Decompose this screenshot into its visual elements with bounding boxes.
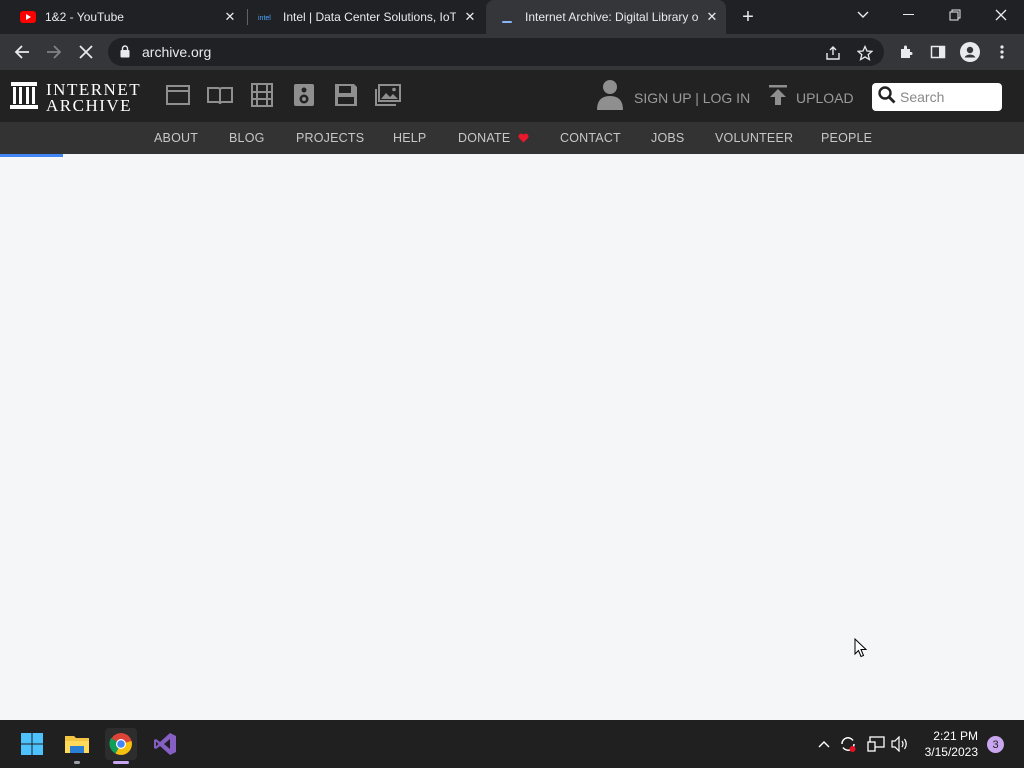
video-icon[interactable] xyxy=(249,82,275,108)
browser-toolbar: archive.org xyxy=(0,34,1024,70)
page-content xyxy=(0,154,1024,720)
side-panel-icon[interactable] xyxy=(926,40,950,64)
sync-icon[interactable] xyxy=(838,734,858,754)
windows-start-icon[interactable] xyxy=(16,728,48,760)
search-input[interactable] xyxy=(900,89,996,105)
stop-loading-icon[interactable] xyxy=(74,40,98,64)
tab-youtube[interactable]: 1&2 - YouTube ✕ xyxy=(8,0,244,34)
upload-icon xyxy=(768,84,788,111)
new-tab-button[interactable]: + xyxy=(736,5,760,29)
chrome-icon[interactable] xyxy=(105,728,137,764)
mouse-cursor-icon xyxy=(854,637,868,663)
extensions-icon[interactable] xyxy=(894,40,918,64)
archive-building-icon xyxy=(10,80,38,115)
audio-icon[interactable] xyxy=(291,82,317,108)
clock-time: 2:21 PM xyxy=(933,729,978,743)
tab-title: 1&2 - YouTube xyxy=(45,10,124,24)
software-icon[interactable] xyxy=(333,82,359,108)
nav-jobs[interactable]: JOBS xyxy=(651,131,684,145)
upload-link[interactable]: UPLOAD xyxy=(768,84,854,111)
texts-icon[interactable] xyxy=(207,82,233,108)
search-icon xyxy=(878,85,896,109)
profile-icon[interactable] xyxy=(958,40,982,64)
tab-strip: 1&2 - YouTube ✕ intel Intel | Data Cente… xyxy=(0,0,1024,34)
bookmark-star-icon[interactable] xyxy=(856,44,874,62)
loading-progress-bar xyxy=(0,154,63,157)
back-icon[interactable] xyxy=(10,40,34,64)
taskbar-clock[interactable]: 2:21 PM 3/15/2023 xyxy=(918,728,978,760)
tab-title: Internet Archive: Digital Library o xyxy=(525,10,698,24)
visual-studio-icon[interactable] xyxy=(149,728,181,760)
app-indicator xyxy=(74,761,80,764)
ia-secondary-nav: ABOUT BLOG PROJECTS HELP DONATE CONTACT … xyxy=(0,122,1024,154)
clock-date: 3/15/2023 xyxy=(924,745,978,759)
close-tab-icon[interactable]: ✕ xyxy=(704,9,720,25)
logo-line-2: ARCHIVE xyxy=(46,95,133,115)
nav-blog[interactable]: BLOG xyxy=(229,131,265,145)
nav-donate-label: DONATE xyxy=(458,131,511,145)
address-bar[interactable]: archive.org xyxy=(108,38,884,66)
network-icon[interactable] xyxy=(866,734,886,754)
user-icon xyxy=(596,79,624,116)
loading-icon xyxy=(500,9,516,25)
app-indicator xyxy=(113,761,129,764)
youtube-icon xyxy=(20,9,36,25)
tab-separator xyxy=(247,9,248,25)
nav-about[interactable]: ABOUT xyxy=(154,131,198,145)
file-explorer-icon[interactable] xyxy=(61,728,93,764)
nav-volunteer[interactable]: VOLUNTEER xyxy=(715,131,793,145)
forward-icon[interactable] xyxy=(42,40,66,64)
sign-up-login-label: SIGN UP | LOG IN xyxy=(634,89,751,106)
restore-icon[interactable] xyxy=(935,0,975,30)
notification-badge[interactable]: 3 xyxy=(987,736,1004,753)
ia-logo[interactable]: INTERNET ARCHIVE xyxy=(10,80,141,115)
close-tab-icon[interactable]: ✕ xyxy=(462,9,478,25)
nav-people[interactable]: PEOPLE xyxy=(821,131,872,145)
close-window-icon[interactable] xyxy=(981,0,1021,30)
menu-icon[interactable] xyxy=(990,40,1014,64)
show-hidden-icons-icon[interactable] xyxy=(814,734,834,754)
web-icon[interactable] xyxy=(165,82,191,108)
nav-contact[interactable]: CONTACT xyxy=(560,131,621,145)
search-box[interactable] xyxy=(872,83,1002,111)
lock-icon xyxy=(120,45,130,63)
url-text: archive.org xyxy=(142,44,212,60)
tab-title: Intel | Data Center Solutions, IoT, xyxy=(283,10,456,24)
tab-internet-archive[interactable]: Internet Archive: Digital Library o ✕ xyxy=(486,0,726,34)
sign-up-login-link[interactable]: SIGN UP | LOG IN xyxy=(596,79,750,116)
nav-projects[interactable]: PROJECTS xyxy=(296,131,364,145)
minimize-icon[interactable] xyxy=(889,0,929,30)
ia-top-nav: INTERNET ARCHIVE SIGN UP | LOG IN UPLOAD… xyxy=(0,70,1024,122)
tab-search-icon[interactable] xyxy=(843,0,883,30)
images-icon[interactable] xyxy=(375,82,401,108)
share-icon[interactable] xyxy=(824,44,842,62)
close-tab-icon[interactable]: ✕ xyxy=(222,9,238,25)
heart-icon xyxy=(518,132,529,146)
ia-logo-text: INTERNET ARCHIVE xyxy=(46,81,141,115)
upload-label: UPLOAD xyxy=(796,89,854,106)
nav-donate[interactable]: DONATE xyxy=(458,131,529,146)
volume-icon[interactable] xyxy=(890,734,910,754)
svg-text:intel: intel xyxy=(258,15,271,22)
nav-help[interactable]: HELP xyxy=(393,131,426,145)
intel-icon: intel xyxy=(258,9,274,25)
windows-taskbar: 2:21 PM 3/15/2023 3 xyxy=(0,720,1024,768)
tab-intel[interactable]: intel Intel | Data Center Solutions, IoT… xyxy=(250,0,484,34)
